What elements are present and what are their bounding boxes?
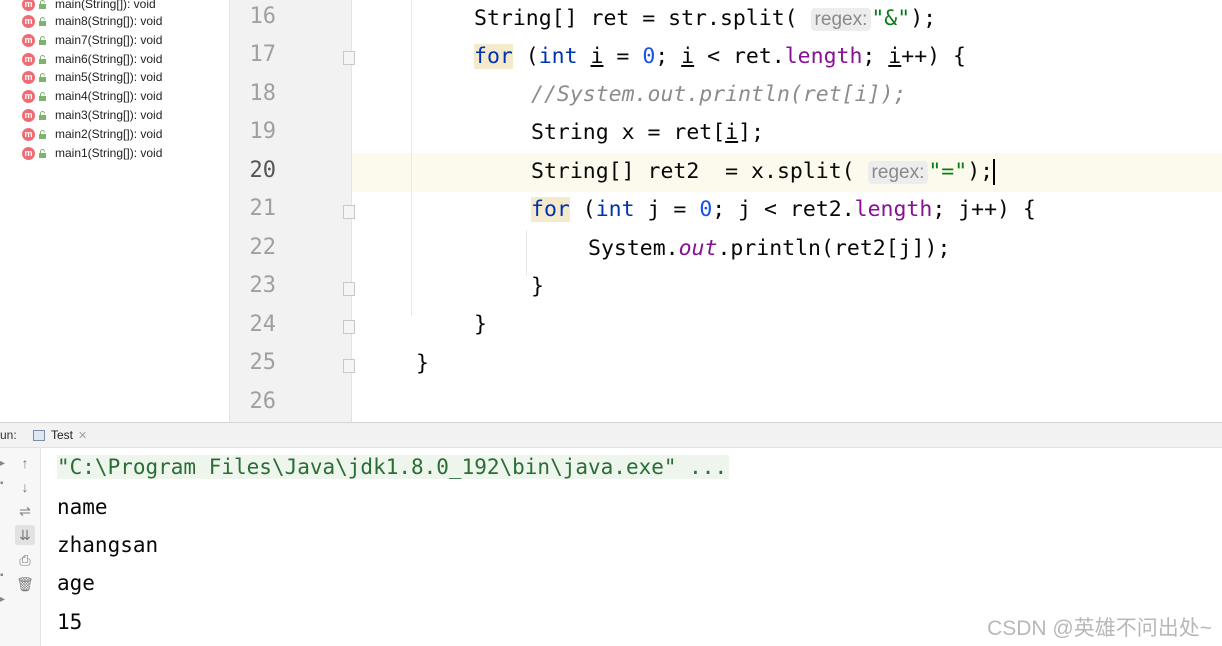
line-number: 19	[249, 119, 277, 144]
code-comment: //System.out.println(ret[i]);	[531, 82, 907, 107]
structure-item-label: main3(String[]): void	[55, 108, 163, 122]
public-lock-icon	[39, 72, 46, 82]
method-icon: m	[22, 70, 35, 84]
string-literal: "&"	[871, 6, 911, 31]
structure-item-label: main(String[]): void	[55, 0, 156, 11]
console-line: name	[57, 495, 108, 519]
public-lock-icon	[39, 35, 46, 45]
public-lock-icon	[39, 129, 46, 139]
trash-icon[interactable]: 🗑	[15, 574, 35, 594]
indent-guide	[526, 230, 527, 276]
structure-item[interactable]: m main2(String[]): void	[22, 125, 162, 143]
method-icon: m	[22, 108, 35, 122]
soft-wrap-icon[interactable]: ⇌	[15, 501, 35, 521]
structure-panel: m main(String[]): void m main8(String[])…	[0, 0, 230, 422]
method-icon: m	[22, 89, 35, 103]
watermark: CSDN @英雄不问出处~	[987, 617, 1212, 640]
code-editor[interactable]: String[] ret = str.split( regex: "&"); fo…	[352, 0, 1222, 422]
structure-item-label: main8(String[]): void	[55, 14, 163, 28]
method-icon: m	[22, 146, 35, 160]
run-label: un:	[0, 428, 17, 442]
structure-item[interactable]: m main8(String[]): void	[22, 12, 162, 30]
console-command: "C:\Program Files\Java\jdk1.8.0_192\bin\…	[57, 455, 730, 479]
method-icon: m	[22, 127, 35, 141]
structure-item-label: main1(String[]): void	[55, 146, 163, 160]
structure-item-label: main7(String[]): void	[55, 33, 163, 47]
editor-gutter: 16 17 18 19 20 21 22 23 24 25 26	[230, 0, 352, 422]
structure-item[interactable]: m main4(String[]): void	[22, 87, 162, 105]
structure-item[interactable]: m main6(String[]): void	[22, 50, 162, 68]
tab-label: Test	[51, 428, 74, 442]
public-lock-icon	[39, 148, 46, 158]
rerun-icon[interactable]: ▸	[0, 458, 6, 469]
arrow-down-icon[interactable]: ↓	[15, 477, 35, 497]
public-lock-icon	[39, 0, 46, 9]
console-line: 15	[57, 610, 83, 634]
code-line: for (int i = 0; i < ret.length; i++) {	[474, 44, 966, 69]
code-line: System.out.println(ret2[j]);	[588, 236, 951, 261]
pin-icon[interactable]: ▸	[0, 594, 6, 605]
settings-icon[interactable]: ▪	[0, 570, 6, 581]
method-icon: m	[22, 14, 35, 28]
tab-test[interactable]: Test ✕	[33, 428, 87, 442]
structure-item[interactable]: m main7(String[]): void	[22, 31, 162, 49]
line-number: 20	[249, 158, 277, 183]
console-line: zhangsan	[57, 533, 159, 557]
structure-item[interactable]: m main5(String[]): void	[22, 68, 162, 86]
line-number: 25	[249, 350, 277, 375]
console-line: "C:\Program Files\Java\jdk1.8.0_192\bin\…	[57, 448, 730, 486]
code-line: }	[416, 351, 429, 376]
structure-item-label: main2(String[]): void	[55, 127, 163, 141]
line-number: 18	[249, 81, 277, 106]
structure-item[interactable]: m main1(String[]): void	[22, 144, 162, 162]
public-lock-icon	[39, 110, 46, 120]
structure-item[interactable]: m main3(String[]): void	[22, 106, 162, 124]
string-literal: "="	[928, 159, 968, 184]
code-line: }	[474, 312, 487, 337]
console-icon	[33, 429, 45, 441]
structure-item-label: main5(String[]): void	[55, 70, 163, 84]
code-line: for (int j = 0; j < ret2.length; j++) {	[531, 197, 1036, 222]
indent-guide	[411, 0, 412, 316]
structure-item-label: main4(String[]): void	[55, 89, 163, 103]
stop-icon[interactable]: ▪	[0, 478, 6, 489]
structure-item-label: main6(String[]): void	[55, 52, 163, 66]
run-tool-header: un: Test ✕	[0, 422, 1222, 448]
close-icon[interactable]: ✕	[78, 429, 87, 442]
method-icon: m	[22, 52, 35, 66]
code-line: String[] ret = str.split( regex: "&");	[474, 6, 937, 31]
line-number: 17	[249, 42, 277, 67]
line-number: 22	[249, 235, 277, 260]
public-lock-icon	[39, 16, 46, 26]
code-line: String[] ret2 = x.split( regex: "=");	[531, 159, 996, 185]
code-line: }	[531, 274, 544, 299]
run-toolbar: ▸ ▪ ▪ ▸ ↑ ↓ ⇌ ⇊ ⎙ 🗑	[0, 448, 41, 646]
line-number: 21	[249, 196, 277, 221]
param-hint: regex:	[810, 8, 872, 31]
public-lock-icon	[39, 54, 46, 64]
method-icon: m	[22, 33, 35, 47]
line-number: 24	[249, 312, 277, 337]
param-hint: regex:	[867, 161, 929, 184]
code-line: String x = ret[i];	[531, 120, 765, 145]
line-number: 26	[249, 389, 277, 414]
method-icon: m	[22, 0, 35, 11]
arrow-up-icon[interactable]: ↑	[15, 453, 35, 473]
print-icon[interactable]: ⎙	[15, 550, 35, 570]
text-caret	[993, 159, 996, 185]
scroll-to-end-icon[interactable]: ⇊	[15, 525, 35, 545]
public-lock-icon	[39, 91, 46, 101]
line-number: 23	[249, 273, 277, 298]
line-number: 16	[249, 4, 277, 29]
console-line: age	[57, 571, 95, 595]
